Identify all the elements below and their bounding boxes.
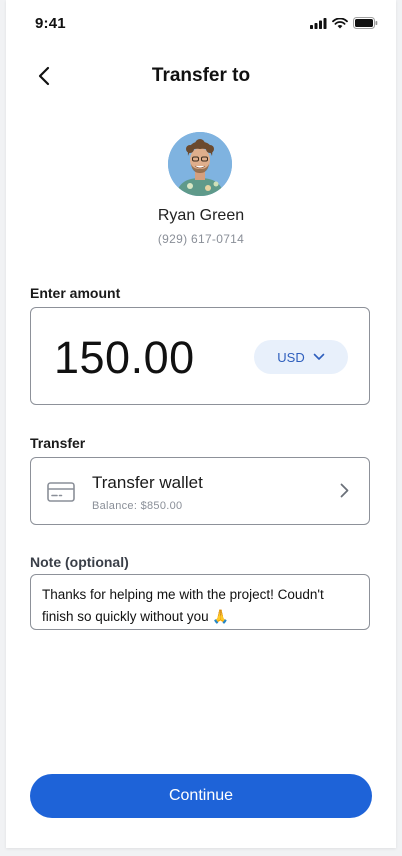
currency-select[interactable]: USD xyxy=(254,340,348,374)
credit-card-icon xyxy=(47,482,75,502)
amount-value[interactable]: 150.00 xyxy=(54,332,195,384)
continue-label: Continue xyxy=(168,787,234,804)
avatar xyxy=(168,132,232,196)
transfer-label: Transfer xyxy=(30,435,86,451)
page-title: Transfer to xyxy=(151,65,251,86)
note-input[interactable]: Thanks for helping me with the project! … xyxy=(30,574,370,630)
battery-icon xyxy=(353,17,378,29)
signal-icon xyxy=(310,17,327,29)
recipient-name: Ryan Green xyxy=(157,207,245,224)
currency-label: USD xyxy=(277,349,305,365)
status-time: 9:41 xyxy=(35,15,66,32)
wallet-balance: Balance: $850.00 xyxy=(92,500,183,512)
nav-bar: Transfer to xyxy=(6,56,396,96)
amount-label: Enter amount xyxy=(30,285,121,301)
status-bar: 9:41 xyxy=(6,0,396,48)
status-icons xyxy=(310,17,378,29)
note-label: Note (optional) xyxy=(30,554,129,570)
amount-field[interactable]: 150.00 USD xyxy=(30,307,370,405)
screen: 9:41 Transfer to Ryan Green (929) 617-07… xyxy=(6,0,396,848)
continue-button[interactable]: Continue xyxy=(30,774,372,818)
transfer-wallet-selector[interactable]: Transfer wallet Balance: $850.00 xyxy=(30,457,370,525)
recipient-phone: (929) 617-0714 xyxy=(157,232,245,246)
wallet-name: Transfer wallet xyxy=(92,473,203,492)
chevron-right-icon xyxy=(340,483,349,498)
chevron-down-icon xyxy=(313,353,325,360)
recipient-photo xyxy=(168,132,232,196)
wifi-icon xyxy=(332,17,348,28)
